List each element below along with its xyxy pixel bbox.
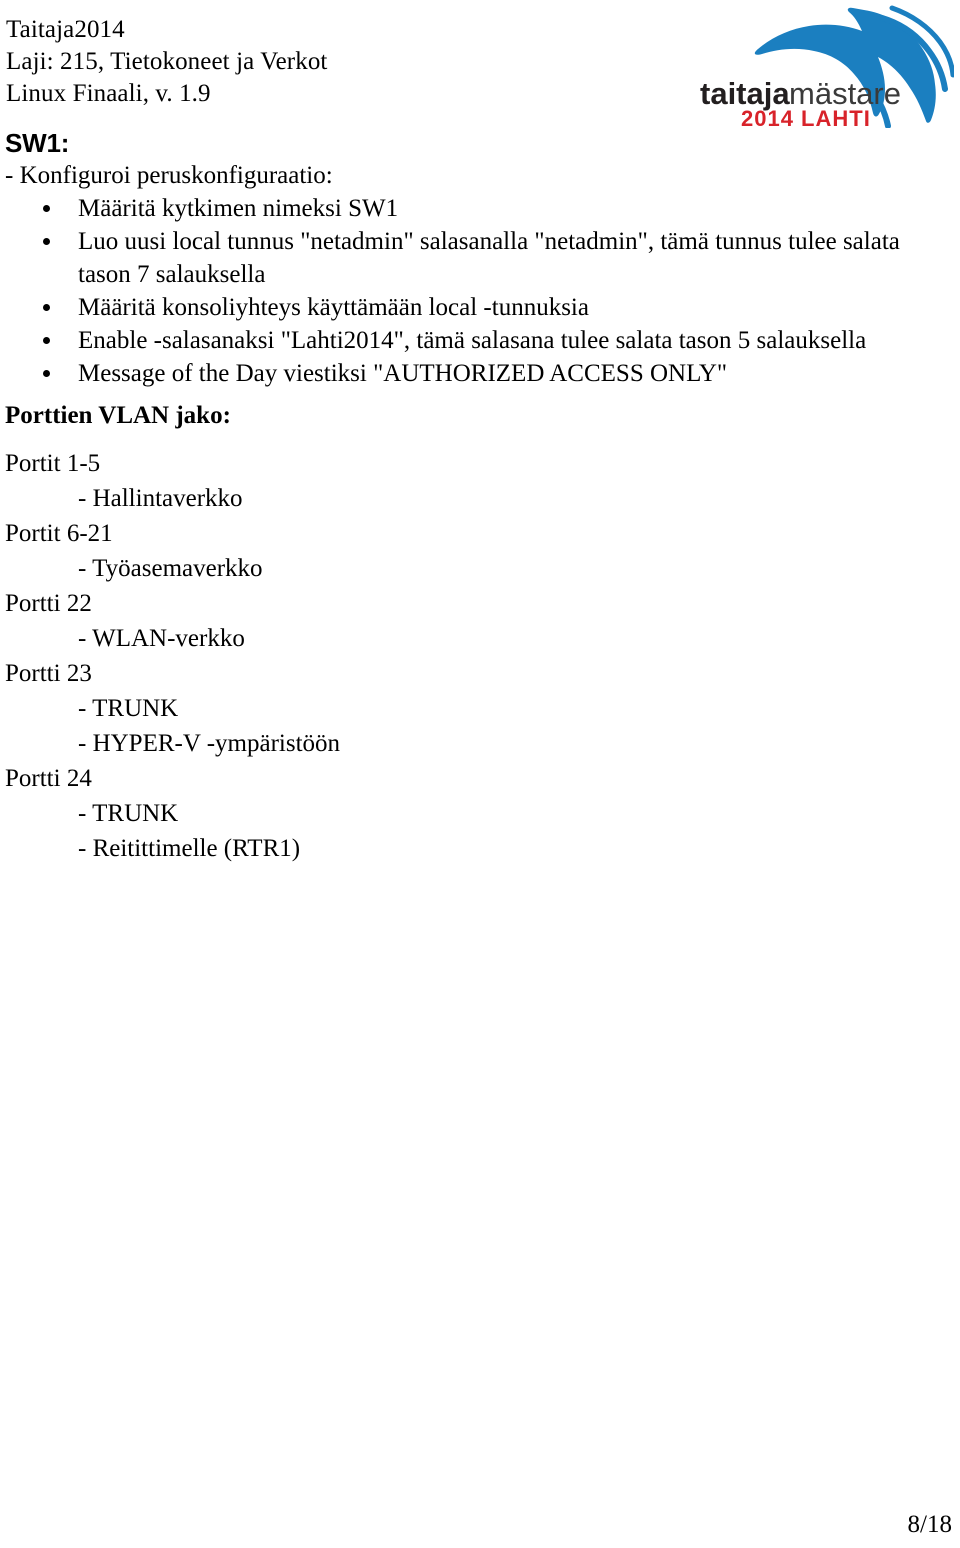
list-item-text: Message of the Day viestiksi "AUTHORIZED… bbox=[78, 360, 728, 387]
list-item-text: Määritä konsoliyhteys käyttämään local -… bbox=[78, 294, 589, 321]
header-line-version: Linux Finaali, v. 1.9 bbox=[6, 80, 211, 107]
list-item-text: Luo uusi local tunnus "netadmin" salasan… bbox=[78, 228, 900, 288]
section-heading-vlan: Porttien VLAN jako: bbox=[5, 402, 231, 429]
vlan-port-detail: - TRUNK bbox=[78, 695, 179, 722]
header-line-category: Laji: 215, Tietokoneet ja Verkot bbox=[6, 48, 328, 75]
bullet-dot-icon bbox=[43, 370, 50, 377]
vlan-port-label: Portti 23 bbox=[5, 660, 92, 687]
page-number: 8/18 bbox=[907, 1511, 952, 1538]
bullet-dot-icon bbox=[43, 205, 50, 212]
list-item: Message of the Day viestiksi "AUTHORIZED… bbox=[0, 357, 930, 390]
vlan-port-label: Portti 24 bbox=[5, 765, 92, 792]
vlan-port-detail: - TRUNK bbox=[78, 800, 179, 827]
logo-subtitle: 2014 LAHTI bbox=[741, 106, 871, 128]
vlan-port-detail: - WLAN-verkko bbox=[78, 625, 245, 652]
vlan-port-detail: - Työasemaverkko bbox=[78, 555, 263, 582]
vlan-port-detail: - HYPER-V -ympäristöön bbox=[78, 730, 341, 757]
list-item: Määritä konsoliyhteys käyttämään local -… bbox=[0, 291, 930, 324]
taitaja-logo: taitaja mästare 2014 LAHTI bbox=[686, 4, 954, 128]
vlan-port-label: Portit 6-21 bbox=[5, 520, 113, 547]
document-header: Taitaja2014 Laji: 215, Tietokoneet ja Ve… bbox=[6, 14, 646, 110]
header-line-title: Taitaja2014 bbox=[6, 16, 125, 43]
list-item: Luo uusi local tunnus "netadmin" salasan… bbox=[0, 225, 930, 291]
vlan-port-detail: - Reitittimelle (RTR1) bbox=[78, 835, 301, 862]
section-heading-sw1: SW1: bbox=[5, 128, 70, 158]
configuration-bullet-list: Määritä kytkimen nimeksi SW1 Luo uusi lo… bbox=[0, 192, 930, 390]
section-intro-line: - Konfiguroi peruskonfiguraatio: bbox=[5, 162, 333, 189]
list-item-text: Enable -salasanaksi "Lahti2014", tämä sa… bbox=[78, 327, 867, 354]
bullet-dot-icon bbox=[43, 337, 50, 344]
vlan-port-label: Portit 1-5 bbox=[5, 450, 101, 477]
vlan-port-list: Portit 1-5 - Hallintaverkko Portit 6-21 … bbox=[0, 446, 600, 866]
list-item: Määritä kytkimen nimeksi SW1 bbox=[0, 192, 930, 225]
vlan-port-detail: - Hallintaverkko bbox=[78, 485, 243, 512]
list-item: Enable -salasanaksi "Lahti2014", tämä sa… bbox=[0, 324, 930, 357]
list-item-text: Määritä kytkimen nimeksi SW1 bbox=[78, 195, 399, 222]
bullet-dot-icon bbox=[43, 304, 50, 311]
document-page: Taitaja2014 Laji: 215, Tietokoneet ja Ve… bbox=[0, 0, 960, 1548]
vlan-port-label: Portti 22 bbox=[5, 590, 92, 617]
bullet-dot-icon bbox=[43, 238, 50, 245]
